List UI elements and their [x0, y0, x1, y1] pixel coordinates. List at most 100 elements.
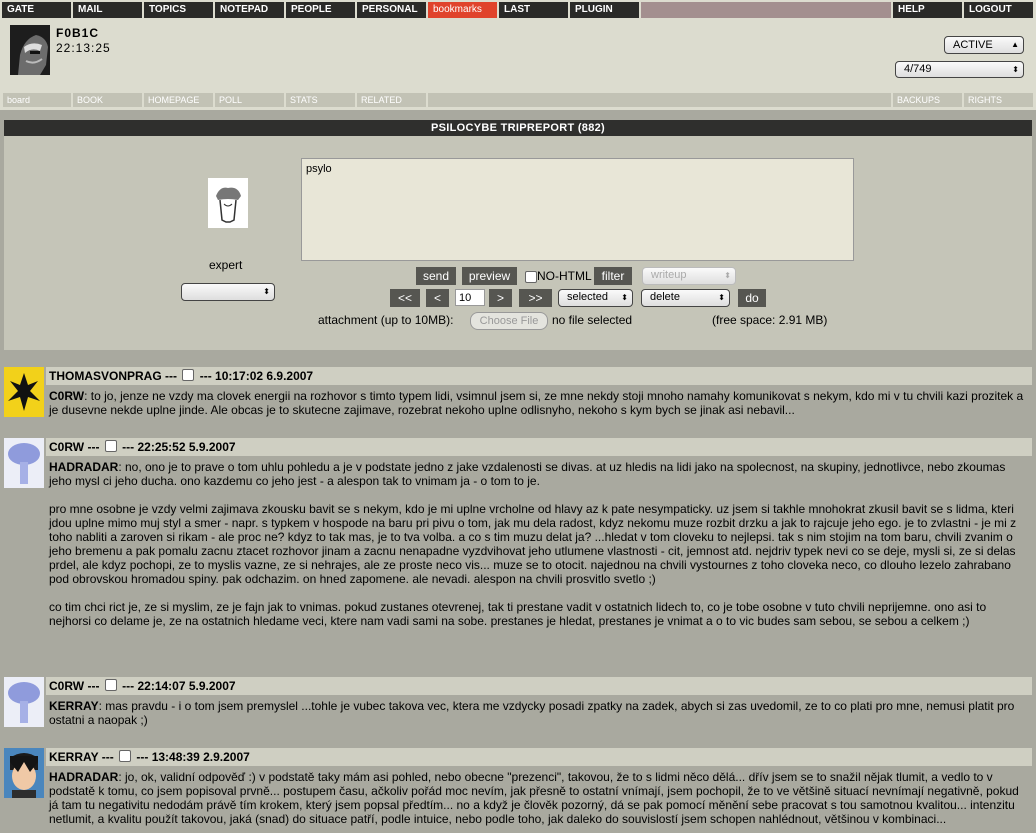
post-recipient[interactable]: KERRAY: [49, 699, 99, 713]
nav-gate[interactable]: GATE: [2, 2, 71, 18]
selection-select[interactable]: selected ⬍: [558, 289, 633, 307]
post-header: KERRAY --- --- 13:48:39 2.9.2007: [46, 748, 1032, 766]
post-recipient[interactable]: HADRADAR: [49, 770, 118, 784]
no-file-label: no file selected: [552, 313, 633, 327]
expert-label: expert: [209, 258, 243, 272]
action-select-value: delete: [650, 291, 680, 303]
post-separator: ---: [101, 750, 114, 764]
post-select-checkbox[interactable]: [104, 440, 117, 452]
subnav-poll[interactable]: POLL: [215, 93, 284, 107]
first-page-button[interactable]: <<: [390, 289, 420, 307]
user-time: 22:13:25: [56, 41, 111, 55]
selection-select-value: selected: [567, 291, 608, 303]
nav-bookmarks[interactable]: bookmarks: [428, 2, 497, 18]
next-page-button[interactable]: >: [489, 289, 512, 307]
post-author[interactable]: KERRAY: [49, 750, 98, 764]
post-datetime: --- 22:25:52 5.9.2007: [122, 440, 236, 454]
post-body: C0RW: to jo, jenze ne vzdy ma clovek ene…: [49, 389, 1029, 417]
subnav-stats[interactable]: STATS: [286, 93, 355, 107]
post-datetime: --- 22:14:07 5.9.2007: [122, 679, 236, 693]
select-arrows-icon: ⬍: [724, 271, 731, 280]
post-separator: ---: [87, 679, 100, 693]
expert-select[interactable]: ⬍: [181, 283, 275, 301]
subnav-spacer: [428, 93, 891, 107]
nav-plugin[interactable]: PLUGIN: [570, 2, 639, 18]
post-select-checkbox[interactable]: [119, 750, 132, 762]
nav-mail[interactable]: MAIL: [73, 2, 142, 18]
select-arrows-icon: ⬍: [621, 293, 628, 302]
user-header: F0B1C 22:13:25 ACTIVE ▲ 4/749 ⬍: [0, 20, 1036, 90]
post-recipient[interactable]: C0RW: [49, 389, 84, 403]
preview-button[interactable]: preview: [462, 267, 517, 285]
post-author[interactable]: C0RW: [49, 440, 84, 454]
filter-button[interactable]: filter: [594, 267, 632, 285]
prev-page-button[interactable]: <: [426, 289, 449, 307]
nohtml-label: NO-HTML: [537, 269, 592, 283]
post-recipient[interactable]: HADRADAR: [49, 460, 118, 474]
post-avatar: [4, 367, 44, 417]
post-text: : to jo, jenze ne vzdy ma clovek energii…: [49, 389, 1024, 417]
post-separator: ---: [87, 440, 100, 454]
post-header: C0RW --- --- 22:25:52 5.9.2007: [46, 438, 1032, 456]
do-button[interactable]: do: [738, 289, 766, 307]
post-avatar: [4, 677, 44, 727]
post-paragraph: co tim chci rict je, ze si myslim, ze je…: [49, 600, 987, 628]
subnav-board[interactable]: board: [3, 93, 71, 107]
nohtml-checkbox[interactable]: [525, 271, 537, 283]
select-arrows-icon: ⬍: [718, 293, 725, 302]
counter-select-value: 4/749: [904, 63, 932, 75]
status-select[interactable]: ACTIVE ▲: [944, 36, 1024, 54]
last-page-button[interactable]: >>: [519, 289, 552, 307]
post-body: HADRADAR: jo, ok, validní odpověď :) v p…: [49, 770, 1029, 826]
writeup-select[interactable]: writeup ⬍: [642, 267, 736, 285]
nav-topics[interactable]: TOPICS: [144, 2, 213, 18]
post-author[interactable]: C0RW: [49, 679, 84, 693]
post-body: KERRAY: mas pravdu - i o tom jsem premys…: [49, 699, 1029, 727]
post-avatar: [4, 438, 44, 488]
nav-spacer-bar: [641, 2, 891, 18]
action-select[interactable]: delete ⬍: [641, 289, 730, 307]
subnav-related[interactable]: RELATED: [357, 93, 426, 107]
select-arrows-icon: ⬍: [1012, 65, 1019, 74]
post-text: : jo, ok, validní odpověď :) v podstatě …: [49, 770, 1019, 826]
status-select-value: ACTIVE: [953, 39, 993, 51]
post-datetime: --- 13:48:39 2.9.2007: [136, 750, 250, 764]
post-avatar: [4, 748, 44, 798]
top-nav: GATE MAIL TOPICS NOTEPAD PEOPLE PERSONAL…: [0, 0, 1036, 20]
post-paragraph: HADRADAR: no, ono je to prave o tom uhlu…: [49, 460, 1029, 488]
post-text: : mas pravdu - i o tom jsem premyslel ..…: [49, 699, 1015, 727]
expert-avatar: [208, 178, 248, 228]
nav-help[interactable]: HELP: [893, 2, 962, 18]
free-space-label: (free space: 2.91 MB): [712, 313, 828, 327]
user-avatar: [10, 25, 50, 75]
post-author[interactable]: THOMASVONPRAG: [49, 369, 162, 383]
select-arrows-icon: ⬍: [263, 287, 270, 296]
board-title: PSILOCYBE TRIPREPORT (882): [4, 120, 1032, 136]
post-header: THOMASVONPRAG --- --- 10:17:02 6.9.2007: [46, 367, 1032, 385]
counter-select[interactable]: 4/749 ⬍: [895, 61, 1024, 78]
post-textarea[interactable]: psylo: [301, 158, 854, 261]
writeup-select-value: writeup: [651, 269, 687, 281]
post-paragraph: pro mne osobne je vzdy velmi zajimava zk…: [49, 502, 1017, 586]
post-header: C0RW --- --- 22:14:07 5.9.2007: [46, 677, 1032, 695]
nav-logout[interactable]: LOGOUT: [964, 2, 1033, 18]
user-name: F0B1C: [56, 26, 100, 40]
nav-last[interactable]: LAST: [499, 2, 568, 18]
post-select-checkbox[interactable]: [104, 679, 117, 691]
subnav-backups[interactable]: BACKUPS: [893, 93, 962, 107]
post-select-checkbox[interactable]: [182, 369, 195, 381]
attachment-label: attachment (up to 10MB):: [318, 313, 454, 327]
post-datetime: --- 10:17:02 6.9.2007: [199, 369, 314, 383]
send-button[interactable]: send: [416, 267, 456, 285]
page-input[interactable]: 10: [455, 289, 485, 306]
sub-nav: board BOOK HOMEPAGE POLL STATS RELATED B…: [0, 90, 1036, 110]
choose-file-button[interactable]: Choose File: [470, 312, 548, 330]
nav-personal[interactable]: PERSONAL: [357, 2, 426, 18]
subnav-homepage[interactable]: HOMEPAGE: [144, 93, 213, 107]
compose-panel: expert ⬍ psylo send preview NO-HTML filt…: [4, 136, 1032, 350]
subnav-rights[interactable]: RIGHTS: [964, 93, 1033, 107]
post-separator: ---: [165, 369, 178, 383]
subnav-book[interactable]: BOOK: [73, 93, 142, 107]
nav-people[interactable]: PEOPLE: [286, 2, 355, 18]
nav-notepad[interactable]: NOTEPAD: [215, 2, 284, 18]
